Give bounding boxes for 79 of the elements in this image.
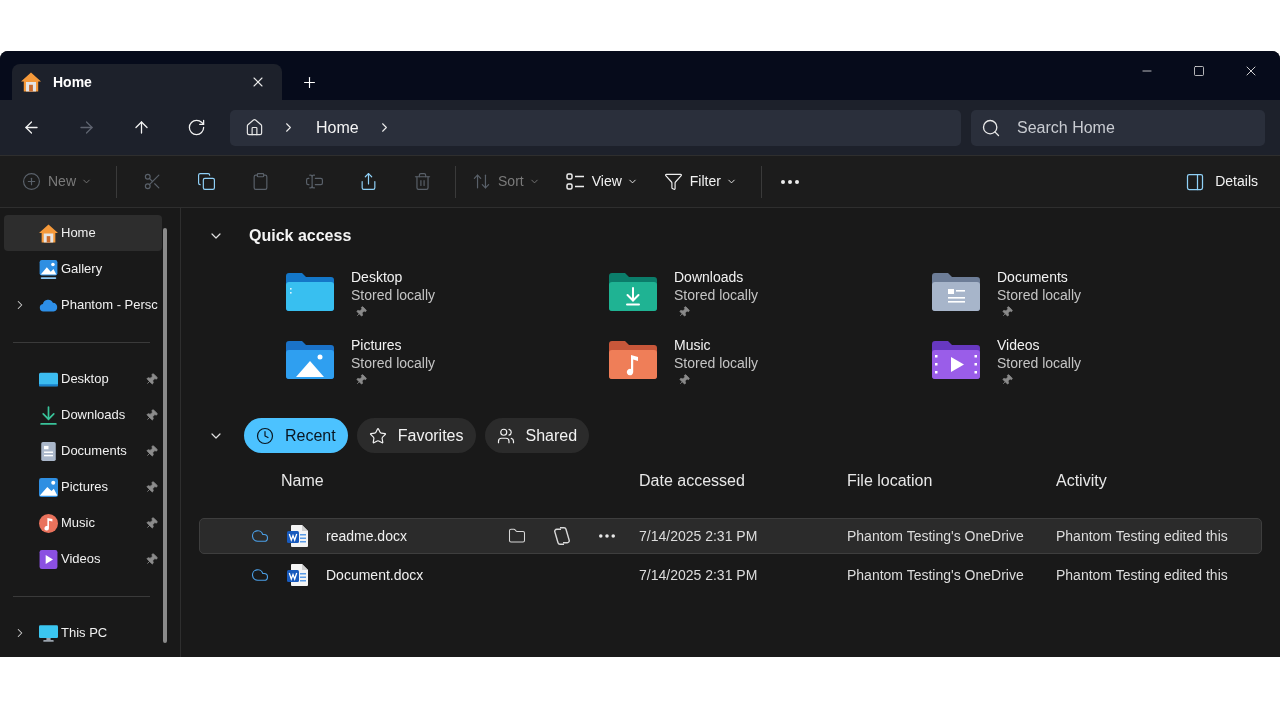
maximize-icon — [1193, 65, 1205, 77]
table-cell-text: Phantom Testing's OneDrive — [847, 526, 1024, 546]
table-cell-text: readme.docx — [326, 526, 408, 546]
table-cell-text: Phantom Testing's OneDrive — [847, 565, 1024, 585]
clock-icon — [256, 426, 274, 445]
document-icon — [38, 441, 58, 461]
folder-icon — [508, 527, 526, 545]
quick-access-item[interactable]: Music Stored locally — [608, 336, 828, 386]
table-cell-text: Phantom Testing edited this — [1056, 526, 1228, 546]
house-icon — [21, 72, 41, 92]
column-header[interactable]: File location — [847, 472, 933, 489]
monitor-icon — [38, 623, 58, 643]
column-header[interactable]: Activity — [1056, 472, 1107, 489]
filter-tab[interactable]: Favorites — [356, 418, 476, 453]
breadcrumb-item[interactable]: Home — [308, 113, 367, 142]
quick-access-item[interactable]: Videos Stored locally — [931, 336, 1151, 386]
table-cell-text: 7/14/2025 2:31 PM — [639, 526, 758, 546]
music-note-icon — [38, 513, 58, 533]
search-field[interactable]: Search Home — [971, 109, 1265, 146]
refresh-icon — [186, 118, 206, 137]
ellipsis-icon — [599, 534, 615, 538]
house-icon — [38, 223, 58, 243]
view-button[interactable]: View — [557, 163, 646, 200]
table-cell-text: Phantom Testing edited this — [1056, 565, 1228, 585]
sidebar-item[interactable]: Pictures — [4, 469, 162, 505]
sidebar-item[interactable]: Home — [4, 215, 162, 251]
star-icon — [368, 426, 387, 445]
sidebar-item[interactable]: Videos — [4, 541, 162, 577]
address-bar[interactable]: Home — [230, 109, 961, 146]
picture-icon — [38, 477, 58, 497]
filter-tab[interactable]: Shared — [484, 418, 590, 453]
quick-access-item[interactable]: Documents Stored locally — [931, 268, 1151, 318]
filter-button[interactable]: Filter — [655, 163, 745, 200]
details-button[interactable]: Details — [1177, 163, 1266, 200]
people-icon — [496, 426, 515, 445]
picture-icon — [38, 259, 58, 279]
sidebar-item[interactable]: This PC — [4, 615, 162, 651]
sidebar-item[interactable]: Desktop — [4, 361, 162, 397]
download-folder-icon — [609, 273, 657, 311]
list-icon — [565, 172, 585, 191]
quick-access-item[interactable]: Desktop Stored locally — [285, 268, 505, 318]
table-row[interactable]: Document.docx 7/14/2025 2:31 PM Phantom Testing's OneDrive Phantom Testing edited this — [199, 557, 1262, 593]
plus-circle-icon — [22, 172, 41, 191]
scrollbar-thumb[interactable] — [163, 228, 167, 643]
document-folder-icon — [932, 273, 980, 311]
sidebar-item[interactable]: Downloads — [4, 397, 162, 433]
table-cell-text: Document.docx — [326, 565, 425, 585]
ellipsis-icon — [780, 179, 799, 184]
quick-access-item[interactable]: Pictures Stored locally — [285, 336, 505, 386]
section-title: Quick access — [249, 226, 352, 246]
table-cell-text: 7/14/2025 2:31 PM — [639, 565, 758, 585]
table-row[interactable]: readme.docx 7/14/2025 2:31 PM Phantom Testing's OneDrive Phantom Testing edited this — [199, 518, 1262, 554]
linked-shapes-icon — [554, 527, 570, 545]
tab[interactable]: Home — [12, 64, 282, 100]
home-icon[interactable] — [245, 118, 264, 137]
copy-icon — [196, 172, 216, 191]
picture-folder-icon — [286, 341, 334, 379]
video-folder-icon — [932, 341, 980, 379]
trash-icon — [412, 172, 432, 191]
doc-file-icon — [287, 525, 308, 547]
scissors-icon — [142, 172, 162, 191]
folder-icon — [286, 273, 334, 311]
filter-tab[interactable]: Recent — [244, 418, 348, 453]
video-icon — [38, 549, 58, 569]
quick-access-item[interactable]: Downloads Stored locally — [608, 268, 828, 318]
funnel-icon — [663, 172, 683, 191]
sidebar-item[interactable]: Music — [4, 505, 162, 541]
side-panel-icon — [1185, 171, 1206, 192]
column-header[interactable]: Name — [281, 472, 324, 489]
doc-file-icon — [287, 564, 308, 586]
sort-arrows-icon — [472, 172, 491, 191]
search-icon — [981, 117, 1001, 138]
sidebar-item[interactable]: Gallery — [4, 251, 162, 287]
sidebar-item[interactable]: Phantom - Persc — [4, 287, 162, 323]
music-folder-icon — [609, 341, 657, 379]
download-icon — [38, 405, 58, 425]
text-cursor-icon — [304, 172, 324, 191]
sidebar-item[interactable]: Documents — [4, 433, 162, 469]
column-header[interactable]: Date accessed — [639, 472, 745, 489]
